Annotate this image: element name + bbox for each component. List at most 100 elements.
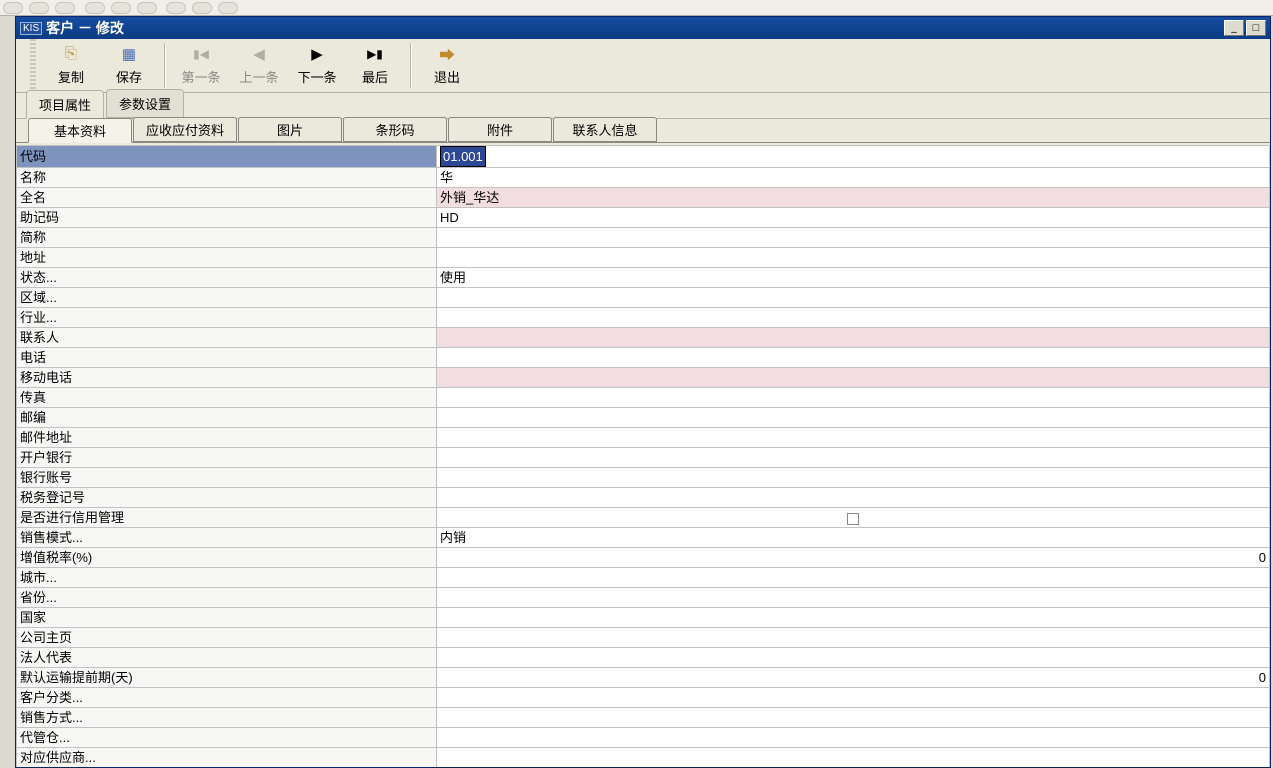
- value-address[interactable]: [437, 248, 1270, 268]
- copy-icon: [62, 45, 80, 63]
- label-bankacct: 银行账号: [17, 468, 437, 488]
- value-code[interactable]: 01.001: [437, 146, 1270, 168]
- save-icon: [120, 45, 138, 63]
- row-bank: 开户银行: [17, 448, 1270, 468]
- label-zip: 邮编: [17, 408, 437, 428]
- label-supplier: 对应供应商...: [17, 748, 437, 768]
- row-country: 国家: [17, 608, 1270, 628]
- value-depot[interactable]: [437, 728, 1270, 748]
- label-credit: 是否进行信用管理: [17, 508, 437, 528]
- credit-checkbox[interactable]: [847, 513, 859, 525]
- value-legal[interactable]: [437, 648, 1270, 668]
- row-zip: 邮编: [17, 408, 1270, 428]
- window-title: 客户 － 修改: [46, 18, 1222, 38]
- next-icon: [308, 45, 326, 63]
- row-contact: 联系人: [17, 328, 1270, 348]
- value-zip[interactable]: [437, 408, 1270, 428]
- value-mnemonic[interactable]: HD: [437, 208, 1270, 228]
- row-legal: 法人代表: [17, 648, 1270, 668]
- value-email[interactable]: [437, 428, 1270, 448]
- row-taxreg: 税务登记号: [17, 488, 1270, 508]
- row-city: 城市...: [17, 568, 1270, 588]
- value-region[interactable]: [437, 288, 1270, 308]
- value-homepage[interactable]: [437, 628, 1270, 648]
- row-custclass: 客户分类...: [17, 688, 1270, 708]
- value-saleway[interactable]: [437, 708, 1270, 728]
- label-phone: 电话: [17, 348, 437, 368]
- row-address: 地址: [17, 248, 1270, 268]
- value-contact[interactable]: [437, 328, 1270, 348]
- first-label: 第一条: [181, 67, 220, 86]
- tab-barcode[interactable]: 条形码: [343, 117, 447, 142]
- tab-image[interactable]: 图片: [238, 117, 342, 142]
- property-tabs: 项目属性 参数设置: [16, 93, 1270, 119]
- value-country[interactable]: [437, 608, 1270, 628]
- last-icon: [366, 45, 384, 63]
- toolbar-separator: [410, 43, 412, 88]
- minimize-button[interactable]: _: [1224, 20, 1244, 36]
- tab-ar-ap[interactable]: 应收应付资料: [133, 117, 237, 142]
- value-status[interactable]: 使用: [437, 268, 1270, 288]
- label-mnemonic: 助记码: [17, 208, 437, 228]
- label-fullname: 全名: [17, 188, 437, 208]
- value-bank[interactable]: [437, 448, 1270, 468]
- tab-properties[interactable]: 项目属性: [26, 90, 104, 119]
- value-shortname[interactable]: [437, 228, 1270, 248]
- value-phone[interactable]: [437, 348, 1270, 368]
- customer-edit-window: KIS 客户 － 修改 _ □ 复制 保存 第一条 上一条: [15, 16, 1271, 768]
- app-root: KIS 客户 － 修改 _ □ 复制 保存 第一条 上一条: [0, 0, 1273, 768]
- last-record-button[interactable]: 最后: [346, 39, 404, 92]
- value-supplier[interactable]: [437, 748, 1270, 768]
- property-grid[interactable]: 代码 01.001 名称 华 全名 外销_华达 助记码 HD 简称: [16, 145, 1270, 767]
- label-mobile: 移动电话: [17, 368, 437, 388]
- row-mobile: 移动电话: [17, 368, 1270, 388]
- maximize-button[interactable]: □: [1246, 20, 1266, 36]
- label-name: 名称: [17, 168, 437, 188]
- prev-icon: [250, 45, 268, 63]
- copy-button[interactable]: 复制: [42, 39, 100, 92]
- save-button[interactable]: 保存: [100, 39, 158, 92]
- value-city[interactable]: [437, 568, 1270, 588]
- exit-icon: [438, 45, 456, 63]
- next-label: 下一条: [297, 67, 336, 86]
- sub-tabs: 基本资料 应收应付资料 图片 条形码 附件 联系人信息: [16, 119, 1270, 143]
- row-supplier: 对应供应商...: [17, 748, 1270, 768]
- first-record-button: 第一条: [172, 39, 230, 92]
- last-label: 最后: [362, 67, 388, 86]
- value-province[interactable]: [437, 588, 1270, 608]
- value-fullname[interactable]: 外销_华达: [437, 188, 1270, 208]
- value-fax[interactable]: [437, 388, 1270, 408]
- label-saleway: 销售方式...: [17, 708, 437, 728]
- row-credit: 是否进行信用管理: [17, 508, 1270, 528]
- first-icon: [192, 45, 210, 63]
- tab-basic[interactable]: 基本资料: [28, 118, 132, 143]
- value-salemode[interactable]: 内销: [437, 528, 1270, 548]
- label-vat: 增值税率(%): [17, 548, 437, 568]
- label-fax: 传真: [17, 388, 437, 408]
- row-mnemonic: 助记码 HD: [17, 208, 1270, 228]
- row-industry: 行业...: [17, 308, 1270, 328]
- value-custclass[interactable]: [437, 688, 1270, 708]
- value-vat[interactable]: 0: [437, 548, 1270, 568]
- copy-label: 复制: [58, 67, 84, 86]
- label-bank: 开户银行: [17, 448, 437, 468]
- value-name[interactable]: 华: [437, 168, 1270, 188]
- value-taxreg[interactable]: [437, 488, 1270, 508]
- value-leadtime[interactable]: 0: [437, 668, 1270, 688]
- row-salemode: 销售模式... 内销: [17, 528, 1270, 548]
- exit-button[interactable]: 退出: [418, 39, 476, 92]
- next-record-button[interactable]: 下一条: [288, 39, 346, 92]
- value-mobile[interactable]: [437, 368, 1270, 388]
- row-bankacct: 银行账号: [17, 468, 1270, 488]
- row-depot: 代管仓...: [17, 728, 1270, 748]
- label-status: 状态...: [17, 268, 437, 288]
- row-status: 状态... 使用: [17, 268, 1270, 288]
- value-credit[interactable]: [437, 508, 1270, 528]
- tab-contacts[interactable]: 联系人信息: [553, 117, 657, 142]
- top-quick-bar: [0, 0, 1273, 16]
- row-vat: 增值税率(%) 0: [17, 548, 1270, 568]
- tab-attach[interactable]: 附件: [448, 117, 552, 142]
- tab-params[interactable]: 参数设置: [106, 89, 184, 118]
- value-industry[interactable]: [437, 308, 1270, 328]
- value-bankacct[interactable]: [437, 468, 1270, 488]
